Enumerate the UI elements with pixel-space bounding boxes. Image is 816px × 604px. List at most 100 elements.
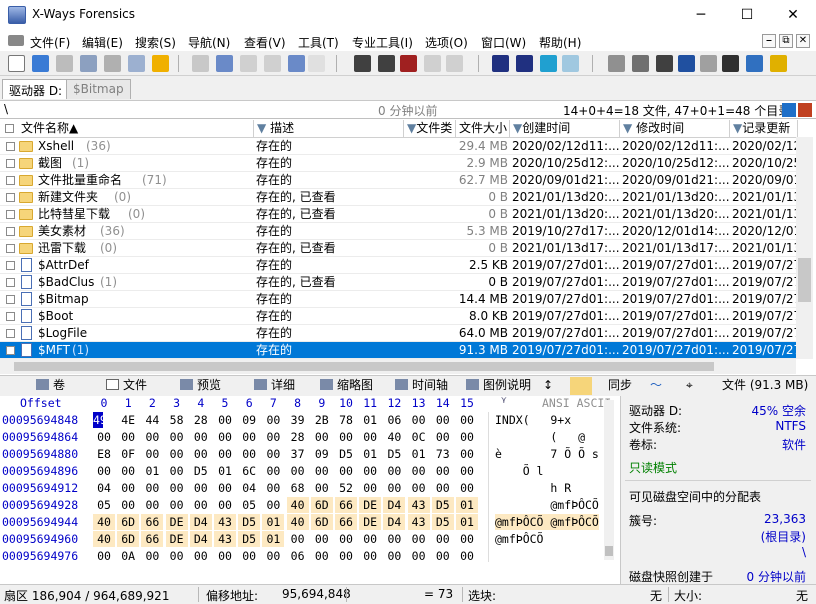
back-arrow-icon[interactable] bbox=[540, 55, 557, 72]
hex-ascii[interactable]: @mfÞÔCÕ @mfÞÔCÕ bbox=[495, 514, 599, 530]
hex-search-icon[interactable] bbox=[400, 55, 417, 72]
row-checkbox[interactable] bbox=[6, 227, 15, 236]
save-list-icon[interactable] bbox=[782, 103, 796, 117]
table-row[interactable]: $LogFile 存在的 64.0 MB 2019/07/27d01:... 2019/… bbox=[0, 325, 796, 342]
hex-byte[interactable]: DE bbox=[359, 497, 382, 513]
hex-ascii[interactable]: INDX( 9+x bbox=[495, 412, 571, 428]
hex-byte[interactable]: 28 bbox=[287, 429, 309, 445]
hex-byte[interactable]: 00 bbox=[214, 480, 236, 496]
hex-ascii[interactable]: @mfÞÔCÕ bbox=[495, 497, 598, 513]
row-checkbox[interactable] bbox=[6, 193, 15, 202]
hex-byte[interactable]: 00 bbox=[93, 548, 115, 564]
column-header-name[interactable]: 文件名称▲ bbox=[0, 120, 254, 138]
hex-byte[interactable]: 00 bbox=[141, 480, 163, 496]
find-hex-icon[interactable] bbox=[378, 55, 395, 72]
table-row[interactable]: $AttrDef 存在的 2.5 KB 2019/07/27d01:... 2019/0… bbox=[0, 257, 796, 274]
hex-byte[interactable]: 28 bbox=[190, 412, 212, 428]
hex-row[interactable]: 00095694944 40 6D 66 DE D4 43 D5 01 40 6D 66 DE D4 43 D… bbox=[0, 514, 600, 530]
mode-timeline[interactable]: 时间轴 bbox=[395, 377, 448, 395]
hex-byte[interactable]: 00 bbox=[432, 429, 454, 445]
copy-block-icon[interactable] bbox=[240, 55, 257, 72]
hex-byte[interactable]: 00 bbox=[408, 548, 430, 564]
hex-byte[interactable]: 00 bbox=[166, 429, 188, 445]
paste-zero-icon[interactable] bbox=[288, 55, 305, 72]
row-checkbox[interactable] bbox=[6, 329, 15, 338]
hex-byte[interactable]: D4 bbox=[189, 514, 212, 530]
maximize-button[interactable]: ☐ bbox=[724, 0, 770, 31]
close-button[interactable]: ✕ bbox=[770, 0, 816, 31]
cut-icon[interactable] bbox=[216, 55, 233, 72]
table-row[interactable]: $Boot 存在的 8.0 KB 2019/07/27d01:... 2019/07/2… bbox=[0, 308, 796, 325]
hex-byte[interactable]: 00 bbox=[359, 429, 381, 445]
drive-menu-icon[interactable] bbox=[8, 35, 24, 46]
column-header-modified[interactable]: ▼ 修改时间 bbox=[620, 120, 730, 138]
hex-byte[interactable]: 00 bbox=[383, 463, 405, 479]
hex-byte[interactable]: 04 bbox=[238, 480, 260, 496]
hex-byte[interactable]: 00 bbox=[311, 548, 333, 564]
calculator-icon[interactable] bbox=[678, 55, 695, 72]
hex-byte[interactable]: 00 bbox=[408, 531, 430, 547]
minimize-button[interactable]: ─ bbox=[678, 0, 724, 31]
hex-byte[interactable]: 66 bbox=[335, 514, 357, 530]
settings-gear-icon[interactable] bbox=[770, 55, 787, 72]
copy-icon[interactable] bbox=[128, 55, 145, 72]
hex-byte[interactable]: 06 bbox=[287, 548, 309, 564]
export-list-icon[interactable] bbox=[798, 103, 812, 117]
find-text-icon[interactable] bbox=[354, 55, 371, 72]
hex-byte[interactable]: 66 bbox=[141, 531, 164, 547]
hex-byte[interactable]: 4E bbox=[117, 412, 139, 428]
hex-byte[interactable]: 00 bbox=[383, 480, 405, 496]
image-icon[interactable] bbox=[632, 55, 649, 72]
hex-byte[interactable]: D4 bbox=[189, 531, 212, 547]
row-checkbox[interactable] bbox=[6, 346, 15, 355]
hex-byte[interactable]: 00 bbox=[311, 429, 333, 445]
table-row[interactable]: 文件批量重命名 (71) 存在的 62.7 MB 2020/09/01d21:... 20… bbox=[0, 172, 796, 189]
hex-byte[interactable]: 00 bbox=[408, 463, 430, 479]
save-icon[interactable] bbox=[56, 55, 73, 72]
hex-byte[interactable]: 6D bbox=[310, 514, 333, 530]
hex-byte[interactable]: 00 bbox=[456, 463, 478, 479]
hex-byte[interactable]: D5 bbox=[238, 514, 261, 530]
mode-gallery[interactable]: 缩略图 bbox=[320, 377, 373, 395]
hex-byte[interactable]: 01 bbox=[214, 463, 236, 479]
menu-edit[interactable]: 编辑(E) bbox=[82, 34, 123, 51]
hex-byte[interactable]: 00 bbox=[166, 463, 188, 479]
hex-byte[interactable]: 00 bbox=[311, 480, 333, 496]
goto-offset-icon[interactable] bbox=[492, 55, 509, 72]
hex-byte[interactable]: 00 bbox=[335, 463, 357, 479]
hex-byte[interactable]: 06 bbox=[383, 412, 405, 428]
print-icon[interactable] bbox=[80, 55, 97, 72]
hex-byte[interactable]: 40 bbox=[93, 531, 115, 547]
table-row[interactable]: 迅雷下载 (0) 存在的, 已查看 0 B 2021/01/13d17:... 2021/… bbox=[0, 240, 796, 257]
hex-byte[interactable]: DE bbox=[165, 531, 188, 547]
hex-byte[interactable]: 00 bbox=[359, 548, 381, 564]
hex-byte[interactable]: 05 bbox=[93, 497, 115, 513]
menu-tools[interactable]: 工具(T) bbox=[298, 34, 339, 51]
hex-byte[interactable]: 0A bbox=[117, 548, 139, 564]
list-scroll-thumb[interactable] bbox=[798, 258, 811, 302]
hex-row[interactable]: 00095694912 04 00 00 00 00 00 04 00 68 00 52 00 00 00 0… bbox=[0, 480, 600, 496]
hex-byte[interactable]: 00 bbox=[383, 531, 405, 547]
hex-scroll-thumb[interactable] bbox=[605, 546, 613, 556]
tab-bitmap[interactable]: $Bitmap bbox=[66, 79, 131, 99]
undo-icon[interactable] bbox=[192, 55, 209, 72]
hex-byte[interactable]: 01 bbox=[262, 514, 285, 530]
hex-byte[interactable]: 58 bbox=[166, 412, 188, 428]
hex-byte[interactable]: 00 bbox=[262, 463, 284, 479]
table-row[interactable]: Xshell (36) 存在的 29.4 MB 2020/02/12d11:... 202… bbox=[0, 138, 796, 155]
target-icon[interactable]: ⌖ bbox=[686, 377, 693, 395]
hex-byte[interactable]: 6D bbox=[310, 497, 333, 513]
mode-file[interactable]: 文件 bbox=[106, 377, 147, 395]
hex-byte[interactable]: 00 bbox=[432, 480, 454, 496]
hex-byte[interactable]: 00 bbox=[262, 480, 284, 496]
menu-navigate[interactable]: 导航(N) bbox=[188, 34, 230, 51]
case-icon[interactable] bbox=[722, 55, 739, 72]
hex-byte[interactable]: 6C bbox=[238, 463, 260, 479]
hex-byte[interactable]: 01 bbox=[456, 497, 478, 513]
hex-byte[interactable]: 40 bbox=[383, 429, 405, 445]
table-row[interactable]: 美女素材 (36) 存在的 5.3 MB 2019/10/27d17:... 2020/1… bbox=[0, 223, 796, 240]
hex-byte[interactable]: 00 bbox=[93, 429, 115, 445]
hex-byte[interactable]: 00 bbox=[335, 429, 357, 445]
row-checkbox[interactable] bbox=[6, 210, 15, 219]
row-checkbox[interactable] bbox=[6, 176, 15, 185]
